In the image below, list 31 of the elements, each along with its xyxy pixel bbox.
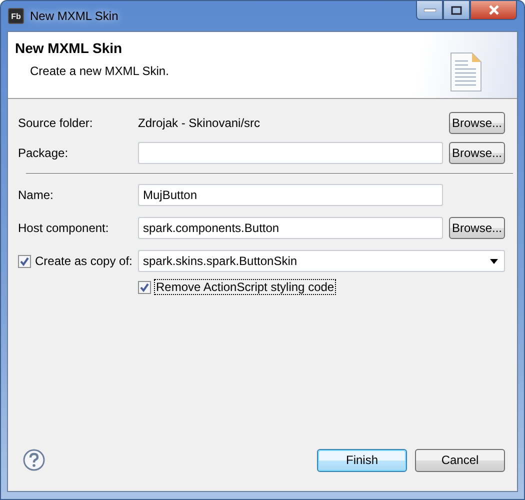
checkbox-label: Create as copy of: <box>35 254 132 268</box>
close-button[interactable] <box>470 1 517 20</box>
folder-value: Zdrojak - Skinovani/src <box>138 116 262 130</box>
browse-button[interactable]: Browse... <box>449 112 505 134</box>
text-field[interactable]: MujButton <box>138 184 443 206</box>
document-icon <box>450 52 482 92</box>
text-field[interactable]: spark.components.Button <box>138 217 443 239</box>
browse-button[interactable]: Browse... <box>449 217 505 239</box>
checkbox-label: Remove ActionScript styling code <box>155 280 336 294</box>
field-label: Source folder: <box>18 116 94 130</box>
field-label: Name: <box>18 188 54 202</box>
window-title: New MXML Skin <box>30 9 120 23</box>
minimize-icon <box>424 8 436 12</box>
field-label: Host component: <box>18 221 110 235</box>
browse-button[interactable]: Browse... <box>449 142 505 164</box>
help-icon[interactable] <box>23 449 45 471</box>
dialog-button[interactable]: Cancel <box>415 448 505 472</box>
dropdown-field[interactable]: spark.skins.spark.ButtonSkin <box>138 250 505 272</box>
close-icon <box>488 5 500 15</box>
maximize-button[interactable] <box>443 1 470 20</box>
text-field[interactable] <box>138 142 443 164</box>
field-label: Package: <box>18 146 70 160</box>
maximize-icon <box>451 6 462 14</box>
dialog-button[interactable]: Finish <box>317 448 407 472</box>
app-icon: Fb <box>8 8 24 24</box>
checkbox[interactable] <box>138 280 151 294</box>
dropdown-arrow-icon <box>490 258 498 264</box>
minimize-button[interactable] <box>416 1 443 20</box>
checkbox[interactable] <box>18 254 31 268</box>
wizard-description: Create a new MXML Skin. <box>30 64 170 78</box>
wizard-title: New MXML Skin <box>15 40 124 56</box>
